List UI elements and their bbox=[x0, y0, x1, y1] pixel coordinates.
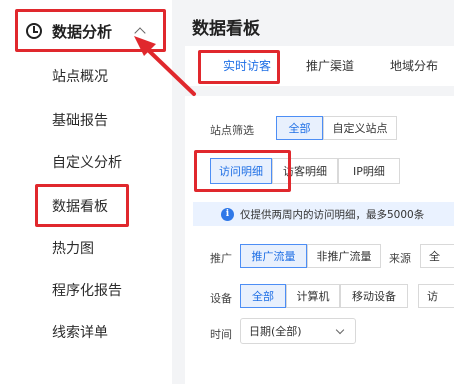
promotion-traffic-option[interactable]: 推广流量 bbox=[240, 244, 307, 268]
info-notice-text: 仅提供两周内的访问明细，最多5000条 bbox=[240, 208, 425, 221]
time-select-value: 日期(全部) bbox=[249, 325, 302, 338]
clock-icon bbox=[26, 23, 42, 39]
sidebar-item-lead-details[interactable]: 线索详单 bbox=[52, 322, 108, 342]
device-filter-computer[interactable]: 计算机 bbox=[286, 284, 340, 308]
device-filter-more[interactable]: 访 bbox=[418, 284, 454, 308]
chevron-down-icon bbox=[335, 325, 345, 335]
sidebar-item-basic-report[interactable]: 基础报告 bbox=[52, 110, 108, 130]
info-notice: i 仅提供两周内的访问明细，最多5000条 bbox=[193, 202, 454, 226]
active-tab-indicator bbox=[205, 81, 267, 83]
info-icon: i bbox=[221, 207, 234, 221]
promotion-label: 推广 bbox=[210, 252, 232, 265]
device-filter-mobile[interactable]: 移动设备 bbox=[340, 284, 408, 308]
sidebar-item-programmatic-report[interactable]: 程序化报告 bbox=[52, 280, 122, 300]
page-title: 数据看板 bbox=[192, 19, 260, 39]
annotation-arrow-icon bbox=[134, 36, 196, 96]
sidebar-item-heatmap[interactable]: 热力图 bbox=[52, 238, 94, 258]
source-select[interactable]: 全 bbox=[420, 244, 454, 268]
sidebar-item-custom-analysis[interactable]: 自定义分析 bbox=[52, 152, 122, 172]
detail-tab-visits[interactable]: 访问明细 bbox=[210, 158, 272, 184]
tab-promotion-channels[interactable]: 推广渠道 bbox=[306, 57, 354, 74]
time-label: 时间 bbox=[210, 328, 232, 341]
tab-region-distribution[interactable]: 地域分布 bbox=[390, 57, 438, 74]
sidebar-item-dashboard[interactable]: 数据看板 bbox=[52, 196, 108, 216]
sidebar-group-title: 数据分析 bbox=[52, 22, 113, 41]
detail-tab-visitors[interactable]: 访客明细 bbox=[272, 158, 338, 184]
source-label: 来源 bbox=[389, 252, 411, 265]
sidebar-item-site-overview[interactable]: 站点概况 bbox=[52, 66, 108, 86]
tab-realtime-visitors[interactable]: 实时访客 bbox=[223, 57, 271, 74]
time-select[interactable]: 日期(全部) bbox=[240, 318, 356, 344]
detail-tab-ip[interactable]: IP明细 bbox=[338, 158, 400, 184]
device-filter-all[interactable]: 全部 bbox=[240, 284, 286, 308]
site-filter-label: 站点筛选 bbox=[210, 124, 254, 137]
tab-bar: 实时访客 推广渠道 地域分布 bbox=[185, 46, 454, 86]
site-filter-custom[interactable]: 自定义站点 bbox=[323, 116, 397, 140]
non-promotion-traffic-option[interactable]: 非推广流量 bbox=[307, 244, 381, 268]
site-filter-all[interactable]: 全部 bbox=[276, 116, 323, 140]
device-label: 设备 bbox=[210, 292, 232, 305]
